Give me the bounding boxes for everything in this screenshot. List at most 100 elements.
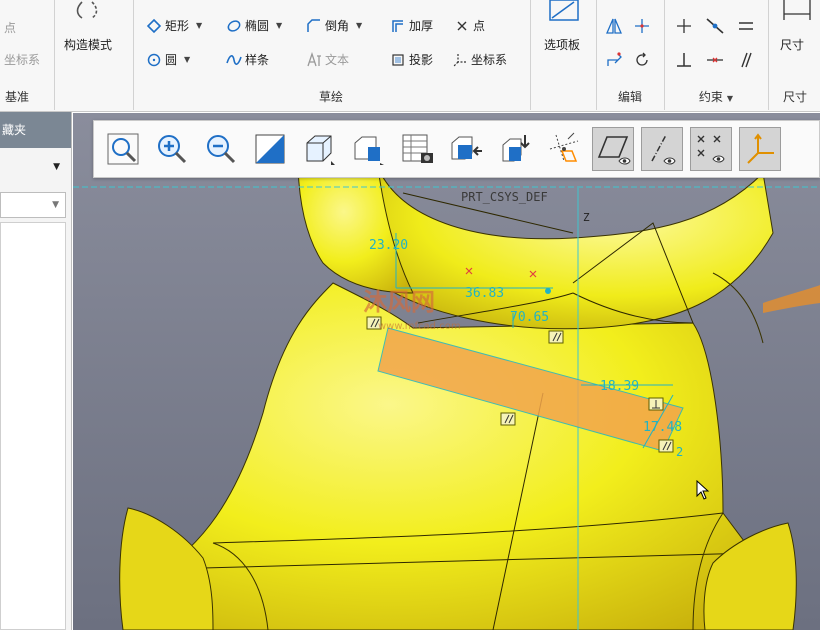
filter-dropdown[interactable]: ▼ xyxy=(0,156,66,178)
refit-button[interactable] xyxy=(102,127,144,171)
chevron-down-icon: ▼ xyxy=(52,200,59,210)
thicken-icon xyxy=(390,18,406,34)
chevron-down-icon: ▼ xyxy=(726,94,734,103)
point-display-toggle[interactable] xyxy=(690,127,732,171)
circle-command[interactable]: 圆 ▼ xyxy=(146,50,190,70)
constrain-group-dropdown[interactable]: 约束 ▼ xyxy=(666,88,766,106)
search-dropdown[interactable]: ▼ xyxy=(0,192,66,218)
modify-button[interactable] xyxy=(604,50,624,70)
ribbon-divider xyxy=(768,0,769,110)
rectangle-command[interactable]: 矩形 ▼ xyxy=(146,16,202,36)
cross-constraint-icon xyxy=(677,19,691,33)
ellipse-command[interactable]: 椭圆 ▼ xyxy=(226,16,282,36)
ellipse-label: 椭圆 xyxy=(245,19,270,33)
graphics-viewport[interactable]: PRT_CSYS_DEF Z 23.20 36.83 70.65 18.39 1… xyxy=(73,113,820,630)
sketch-view-icon xyxy=(451,136,482,160)
spline-icon xyxy=(226,52,242,68)
sketch-csys-label: 坐标系 xyxy=(471,53,508,67)
ribbon-divider xyxy=(664,0,665,110)
point-cross-icon xyxy=(454,18,470,34)
chevron-down-icon: ▼ xyxy=(53,162,60,172)
zoom-in-icon xyxy=(158,135,187,164)
text-label: 文本 xyxy=(325,53,350,67)
ribbon-divider xyxy=(596,0,597,110)
vertical-constraint-button[interactable] xyxy=(674,16,694,36)
chamfer-command[interactable]: 倒角 ▼ xyxy=(306,16,362,36)
palette-button[interactable] xyxy=(546,0,582,24)
dimension-value[interactable]: 36.83 xyxy=(465,286,504,301)
project-icon xyxy=(390,52,406,68)
watermark-brand: 沐风网 xyxy=(363,288,435,316)
construction-mode-icon xyxy=(76,1,98,19)
ribbon: 点 坐标系 基准 构造模式 矩形 ▼ 椭圆 ▼ 倒角 ▼ 加厚 点 圆 ▼ 样条… xyxy=(0,0,820,112)
left-panel: 藏夹 ▼ ▼ xyxy=(0,112,72,630)
dimension-value[interactable]: 70.65 xyxy=(510,310,549,325)
repaint-button[interactable] xyxy=(249,127,291,171)
refit-icon xyxy=(107,133,139,165)
datum-csys-command[interactable]: 坐标系 xyxy=(4,50,40,70)
axis-display-toggle[interactable] xyxy=(641,127,683,171)
circle-label: 圆 xyxy=(165,53,178,67)
datum-group-label: 基准 xyxy=(4,90,29,104)
dimension-value[interactable]: 18.39 xyxy=(600,379,639,394)
perpendicular-constraint-button[interactable] xyxy=(674,50,694,70)
datum-display-button[interactable] xyxy=(543,127,585,171)
z-axis-label: Z xyxy=(583,211,590,224)
rotate-icon xyxy=(636,52,648,66)
dimension-value[interactable]: 17.48 xyxy=(643,420,682,435)
chamfer-icon xyxy=(306,18,322,34)
palette-label: 选项板 xyxy=(544,38,581,52)
parallel-constraint-badge[interactable] xyxy=(658,439,674,453)
thicken-command[interactable]: 加厚 xyxy=(390,16,433,36)
chevron-down-icon[interactable]: ▼ xyxy=(356,16,362,36)
edit-group-label: 编辑 xyxy=(617,90,642,104)
model-scene: PRT_CSYS_DEF Z 23.20 36.83 70.65 18.39 1… xyxy=(73,113,820,630)
csys-display-toggle[interactable] xyxy=(739,127,781,171)
divide-button[interactable] xyxy=(632,16,652,36)
plane-display-toggle[interactable] xyxy=(592,127,634,171)
annotation-display-button[interactable] xyxy=(494,127,536,171)
rectangle-label: 矩形 xyxy=(165,19,190,33)
saved-orientations-button[interactable] xyxy=(347,127,389,171)
tangent-constraint-button[interactable] xyxy=(704,16,726,36)
tangent-icon xyxy=(706,18,724,34)
sketch-point-label: 点 xyxy=(473,19,486,33)
dimension-value[interactable]: 23.20 xyxy=(369,238,408,253)
sketch-csys-command[interactable]: 坐标系 xyxy=(452,50,507,70)
watermark-url: www.mfcad.com xyxy=(378,321,461,332)
sketch-point-command[interactable]: 点 xyxy=(454,16,485,36)
zoom-out-button[interactable] xyxy=(200,127,242,171)
sketch-view-button[interactable] xyxy=(445,127,487,171)
constrain-group-label: 约束 xyxy=(698,90,723,104)
spline-command[interactable]: 样条 xyxy=(226,50,269,70)
mirror-button[interactable] xyxy=(604,16,624,36)
chevron-down-icon[interactable]: ▼ xyxy=(196,16,202,36)
rectangle-icon xyxy=(146,18,162,34)
parallel-constraint-button[interactable] xyxy=(736,50,756,70)
dimension-button[interactable] xyxy=(780,0,814,26)
perpendicular-icon xyxy=(677,53,691,67)
rotate-resize-button[interactable] xyxy=(632,50,652,70)
datum-point-command[interactable]: 点 xyxy=(4,18,16,38)
construction-mode-button[interactable] xyxy=(60,0,124,30)
text-command[interactable]: 文本 xyxy=(306,50,349,70)
parallel-icon xyxy=(741,52,752,68)
equal-constraint-button[interactable] xyxy=(736,16,756,36)
parallel-constraint-badge[interactable] xyxy=(500,412,516,426)
display-style-button[interactable] xyxy=(298,127,340,171)
project-command[interactable]: 投影 xyxy=(390,50,433,70)
thicken-label: 加厚 xyxy=(409,19,434,33)
parallel-constraint-badge[interactable] xyxy=(548,330,564,344)
model-tree[interactable] xyxy=(0,222,66,630)
chevron-down-icon[interactable]: ▼ xyxy=(276,16,282,36)
chamfer-label: 倒角 xyxy=(325,19,350,33)
modify-icon xyxy=(607,52,622,66)
datum-display-icon xyxy=(549,132,579,162)
equal-icon xyxy=(739,22,753,30)
view-manager-button[interactable] xyxy=(396,127,438,171)
csys-display-icon xyxy=(747,133,774,164)
chevron-down-icon[interactable]: ▼ xyxy=(184,50,190,70)
midpoint-constraint-button[interactable] xyxy=(704,50,726,70)
axis-display-icon xyxy=(651,134,676,165)
zoom-in-button[interactable] xyxy=(151,127,193,171)
